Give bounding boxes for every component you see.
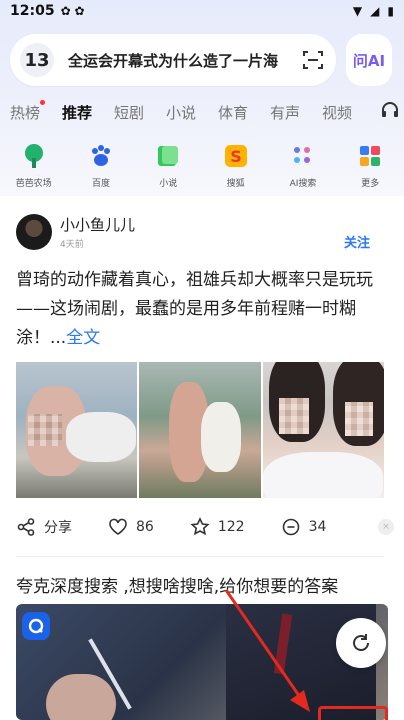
new-dot xyxy=(40,99,45,105)
comment-icon xyxy=(282,518,299,536)
post-text[interactable]: 曾琦的动作藏着真心，祖雄兵却大概率只是玩玩——这场闹剧，最蠢的是用多年前程赌一时… xyxy=(16,266,394,353)
shortcut-sohu[interactable]: S 搜狐 xyxy=(208,142,264,202)
post-images xyxy=(16,362,384,498)
notification-icon: ✿ ✿ xyxy=(60,4,85,18)
scan-icon[interactable] xyxy=(300,47,326,73)
tab-short-drama[interactable]: 短剧 xyxy=(114,102,166,123)
search-bar[interactable]: 13 全运会开幕式为什么造了一片海 xyxy=(10,34,336,86)
post-image-3[interactable] xyxy=(262,362,384,498)
tab-novel[interactable]: 小说 xyxy=(166,102,218,123)
svg-text:S: S xyxy=(230,147,242,166)
headphone-icon[interactable] xyxy=(380,100,400,120)
comment-button[interactable]: 34 xyxy=(281,517,327,537)
shortcut-ai-search[interactable]: AI搜索 xyxy=(275,142,331,202)
share-label: 分享 xyxy=(44,520,72,536)
share-button[interactable]: 分享 xyxy=(16,517,72,537)
post-time: 4天前 xyxy=(60,240,84,250)
status-time: 12:05 xyxy=(10,3,55,19)
status-bar: 12:05 ✿ ✿ ▼ ◢ ▮ xyxy=(0,0,404,22)
battery-icon: ▮ xyxy=(387,4,394,18)
post2-title[interactable]: 夸克深度搜索 ,想搜啥搜啥,给你想要的答案 xyxy=(16,572,338,597)
shortcut-grid: 芭芭农场 百度 小说 S 搜狐 AI搜索 更多 xyxy=(0,142,404,202)
post-image-1[interactable] xyxy=(16,362,138,498)
farm-icon xyxy=(20,142,48,170)
signal-icon: ◢ xyxy=(370,4,380,18)
read-more-link[interactable]: 全文 xyxy=(66,328,100,348)
book-icon xyxy=(154,142,182,170)
post-author[interactable]: 小小鱼儿儿 4天前 xyxy=(16,214,135,250)
annotation-box xyxy=(318,706,388,720)
star-icon xyxy=(190,517,210,536)
sohu-icon: S xyxy=(222,142,250,170)
heart-icon xyxy=(109,518,127,535)
follow-button[interactable]: 关注 xyxy=(344,232,370,251)
shortcut-baidu[interactable]: 百度 xyxy=(73,142,129,202)
tab-audio[interactable]: 有声 xyxy=(270,102,322,123)
favorite-button[interactable]: 122 xyxy=(190,517,245,537)
shortcut-novel[interactable]: 小说 xyxy=(140,142,196,202)
baidu-paw-icon xyxy=(87,142,115,170)
comment-count: 34 xyxy=(308,519,327,535)
quark-logo-icon xyxy=(22,612,50,640)
post-actions: 分享 86 122 34 × xyxy=(16,512,394,542)
more-apps-icon xyxy=(356,142,384,170)
refresh-button[interactable] xyxy=(336,618,386,668)
favorite-count: 122 xyxy=(217,519,245,535)
divider xyxy=(16,556,384,557)
shortcut-farm[interactable]: 芭芭农场 xyxy=(6,142,62,202)
like-button[interactable]: 86 xyxy=(108,517,154,537)
ai-search-icon xyxy=(289,142,317,170)
like-count: 86 xyxy=(136,519,154,535)
video-thumbnail[interactable] xyxy=(16,604,388,720)
share-icon xyxy=(17,518,35,536)
refresh-icon xyxy=(353,634,369,651)
author-name[interactable]: 小小鱼儿儿 xyxy=(60,214,135,235)
search-query[interactable]: 全运会开幕式为什么造了一片海 xyxy=(68,50,284,71)
post-image-2[interactable] xyxy=(139,362,261,498)
tab-recommend[interactable]: 推荐 xyxy=(62,102,114,123)
avatar[interactable] xyxy=(16,214,52,250)
tab-sports[interactable]: 体育 xyxy=(218,102,270,123)
trending-rank-badge: 13 xyxy=(20,43,54,77)
ask-ai-button[interactable]: 问AI xyxy=(346,34,392,86)
wifi-icon: ▼ xyxy=(352,4,363,18)
close-icon[interactable]: × xyxy=(378,519,394,535)
shortcut-more[interactable]: 更多 xyxy=(342,142,398,202)
tab-video[interactable]: 视频 xyxy=(322,102,374,123)
tab-hot[interactable]: 热榜 xyxy=(10,99,62,123)
feed-tabs: 热榜 推荐 短剧 小说 体育 有声 视频 xyxy=(10,98,400,126)
